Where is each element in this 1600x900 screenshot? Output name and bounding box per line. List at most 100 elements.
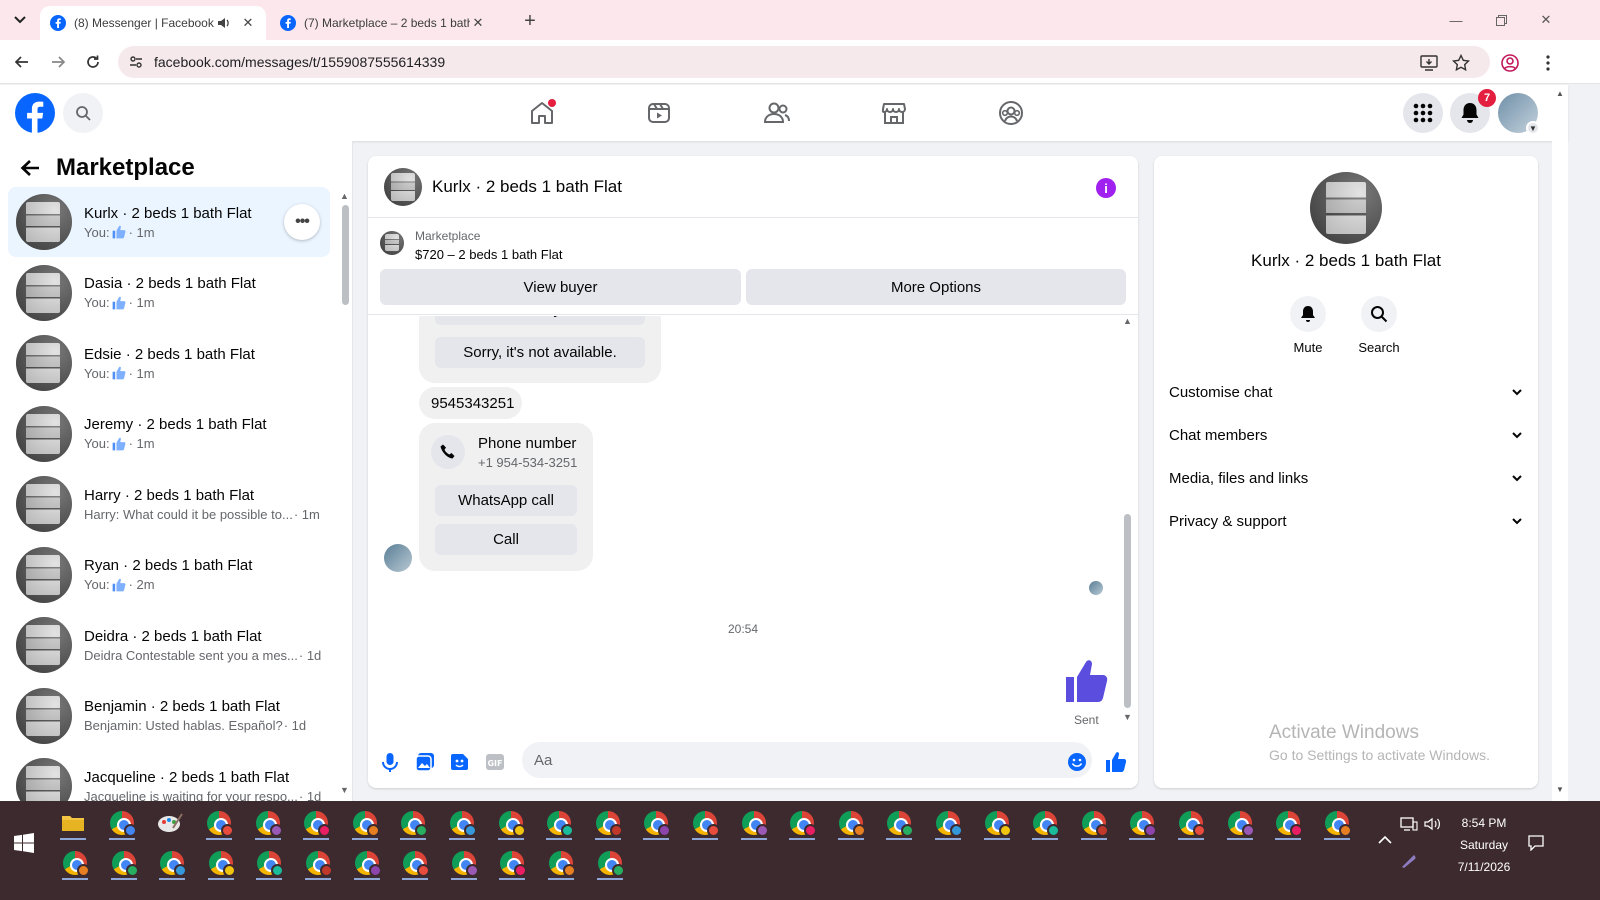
chrome-taskbar-icon[interactable]	[492, 806, 530, 840]
microphone-icon[interactable]	[378, 750, 402, 774]
chrome-taskbar-icon[interactable]	[394, 806, 432, 840]
chrome-taskbar-icon[interactable]	[1172, 806, 1210, 840]
sticker-icon[interactable]	[448, 750, 472, 774]
chrome-taskbar-icon[interactable]	[735, 806, 773, 840]
whatsapp-call-button[interactable]: WhatsApp call	[435, 485, 577, 516]
notifications-button[interactable]: 7	[1450, 89, 1496, 133]
profile-icon[interactable]	[1499, 52, 1521, 74]
chrome-taskbar-icon[interactable]	[346, 806, 384, 840]
volume-icon[interactable]	[1424, 817, 1442, 831]
conversation-item[interactable]: Dasia · 2 beds 1 bath Flat You: · 1m	[8, 258, 330, 328]
conversation-more-icon[interactable]: •••	[284, 204, 320, 240]
speaker-icon[interactable]	[216, 15, 232, 31]
quick-reply-not-available[interactable]: Sorry, it's not available.	[435, 337, 645, 368]
back-button[interactable]	[10, 50, 34, 74]
nav-friends[interactable]	[759, 95, 795, 131]
chrome-taskbar-icon[interactable]	[56, 846, 94, 880]
chrome-taskbar-icon[interactable]	[250, 846, 288, 880]
chrome-taskbar-icon[interactable]	[637, 806, 675, 840]
nav-home[interactable]	[524, 95, 560, 131]
chrome-taskbar-icon[interactable]	[297, 806, 335, 840]
sender-avatar[interactable]	[384, 544, 412, 572]
chrome-taskbar-icon[interactable]	[589, 806, 627, 840]
nav-groups[interactable]	[993, 95, 1029, 131]
kebab-menu-icon[interactable]	[1537, 52, 1559, 74]
menu-button[interactable]	[1403, 93, 1443, 133]
forward-button[interactable]	[46, 50, 70, 74]
chrome-taskbar-icon[interactable]	[348, 846, 386, 880]
chrome-taskbar-icon[interactable]	[1269, 806, 1307, 840]
more-options-button[interactable]: More Options	[746, 269, 1126, 305]
chrome-taskbar-icon[interactable]	[929, 806, 967, 840]
scrollbar-thumb[interactable]	[1124, 514, 1131, 708]
chrome-taskbar-icon[interactable]	[103, 806, 141, 840]
page-scrollbar[interactable]: ▲ ▼	[1552, 85, 1568, 801]
chrome-taskbar-icon[interactable]	[249, 806, 287, 840]
photo-icon[interactable]	[413, 750, 437, 774]
listing-price[interactable]: $720 – 2 beds 1 bath Flat	[415, 247, 562, 262]
conversation-item[interactable]: Edsie · 2 beds 1 bath Flat You: · 1m	[8, 328, 330, 398]
call-button[interactable]: Call	[435, 524, 577, 555]
conversation-item[interactable]: Harry · 2 beds 1 bath Flat Harry: What co…	[8, 469, 330, 539]
chrome-taskbar-icon[interactable]	[202, 846, 240, 880]
close-tab-icon[interactable]: ✕	[470, 15, 486, 31]
emoji-icon[interactable]	[1065, 750, 1089, 774]
file-explorer-taskbar-icon[interactable]	[54, 806, 92, 840]
chrome-taskbar-icon[interactable]	[299, 846, 337, 880]
back-arrow-icon[interactable]	[20, 159, 40, 177]
taskbar-clock[interactable]: 8:54 PM Saturday 7/11/2026	[1444, 812, 1524, 878]
reload-button[interactable]	[81, 50, 105, 74]
restore-icon[interactable]	[1489, 8, 1513, 32]
facebook-logo-icon[interactable]	[15, 93, 55, 133]
account-avatar[interactable]: ▼	[1498, 93, 1540, 135]
info-avatar[interactable]	[1310, 172, 1382, 244]
chrome-taskbar-icon[interactable]	[200, 806, 238, 840]
chrome-taskbar-icon[interactable]	[1221, 806, 1259, 840]
close-tab-icon[interactable]: ✕	[240, 15, 256, 31]
chrome-taskbar-icon[interactable]	[153, 846, 191, 880]
chrome-taskbar-icon[interactable]	[396, 846, 434, 880]
chrome-taskbar-icon[interactable]	[832, 806, 870, 840]
paint-taskbar-icon[interactable]	[151, 806, 189, 840]
conversation-item[interactable]: Ryan · 2 beds 1 bath Flat You: · 2m	[8, 540, 330, 610]
chrome-taskbar-icon[interactable]	[591, 846, 629, 880]
gif-icon[interactable]: GIF	[483, 750, 507, 774]
chrome-taskbar-icon[interactable]	[978, 806, 1016, 840]
chrome-taskbar-icon[interactable]	[542, 846, 580, 880]
conversation-item[interactable]: Jeremy · 2 beds 1 bath Flat You: · 1m	[8, 399, 330, 469]
install-app-icon[interactable]	[1418, 52, 1440, 74]
section-media-files-links[interactable]: Media, files and links	[1169, 458, 1523, 498]
chat-title[interactable]: Kurlx · 2 beds 1 bath Flat	[432, 177, 622, 197]
conversation-item[interactable]: Benjamin · 2 beds 1 bath Flat Benjamin: U…	[8, 681, 330, 751]
nav-marketplace[interactable]	[876, 95, 912, 131]
conversation-info-icon[interactable]: i	[1096, 178, 1116, 198]
chrome-taskbar-icon[interactable]	[783, 806, 821, 840]
chrome-taskbar-icon[interactable]	[686, 806, 724, 840]
chrome-taskbar-icon[interactable]	[540, 806, 578, 840]
chat-scrollbar[interactable]: ▲ ▼	[1120, 316, 1134, 726]
action-center-icon[interactable]	[1528, 835, 1544, 851]
section-chat-members[interactable]: Chat members	[1169, 415, 1523, 455]
conversation-item[interactable]: Deidra · 2 beds 1 bath Flat Deidra Contes…	[8, 610, 330, 680]
tab-search-button[interactable]	[8, 8, 32, 32]
address-bar[interactable]: facebook.com/messages/t/1559087555614339	[118, 46, 1490, 78]
chrome-taskbar-icon[interactable]	[443, 806, 481, 840]
chrome-taskbar-icon[interactable]	[105, 846, 143, 880]
chrome-taskbar-icon[interactable]	[1026, 806, 1064, 840]
message-input[interactable]: Aa	[522, 742, 1092, 778]
section-customise-chat[interactable]: Customise chat	[1169, 372, 1523, 412]
new-tab-button[interactable]: +	[519, 10, 541, 32]
minimize-icon[interactable]: —	[1444, 8, 1468, 32]
scrollbar-thumb[interactable]	[342, 205, 349, 305]
chrome-taskbar-icon[interactable]	[880, 806, 918, 840]
tray-expand-icon[interactable]	[1378, 835, 1392, 845]
chrome-taskbar-icon[interactable]	[493, 846, 531, 880]
section-privacy-support[interactable]: Privacy & support	[1169, 501, 1523, 541]
mute-button[interactable]: Mute	[1278, 296, 1338, 355]
tab-messenger[interactable]: (8) Messenger | Facebook ✕	[40, 6, 266, 40]
windows-start-icon[interactable]	[14, 833, 34, 853]
sent-like-icon[interactable]	[1062, 656, 1112, 706]
pen-icon[interactable]	[1400, 853, 1418, 869]
search-in-chat-button[interactable]: Search	[1349, 296, 1409, 355]
chrome-taskbar-icon[interactable]	[1123, 806, 1161, 840]
